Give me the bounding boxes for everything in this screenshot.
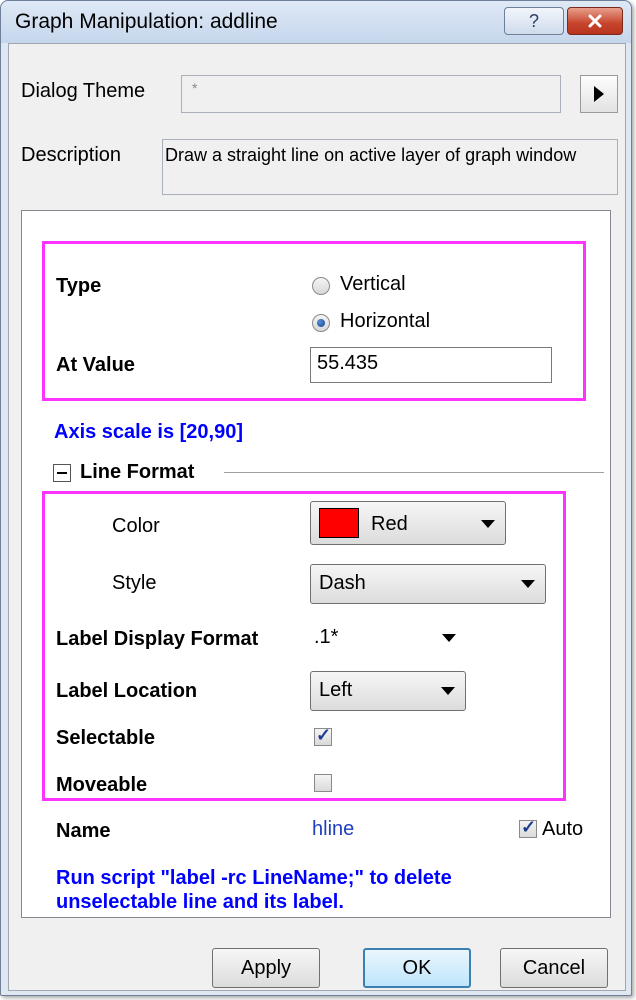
- dialog-theme-field[interactable]: *: [181, 75, 561, 113]
- moveable-checkbox[interactable]: [314, 774, 332, 792]
- chevron-down-icon: [442, 634, 456, 642]
- color-swatch: [319, 508, 359, 538]
- section-divider: [224, 472, 604, 473]
- close-button[interactable]: [567, 7, 623, 35]
- selectable-checkbox[interactable]: [314, 725, 332, 746]
- color-dropdown[interactable]: Red: [310, 501, 506, 545]
- close-icon: [588, 14, 602, 28]
- dialog-theme-label: Dialog Theme: [21, 80, 146, 102]
- theme-menu-button[interactable]: [580, 75, 618, 113]
- chevron-down-icon: [481, 520, 495, 528]
- label-display-format-dropdown[interactable]: .1*: [310, 619, 466, 659]
- at-value-label: At Value: [56, 354, 135, 376]
- style-dropdown[interactable]: Dash: [310, 564, 546, 604]
- color-value: Red: [371, 513, 408, 535]
- description-text: Draw a straight line on active layer of …: [162, 139, 618, 195]
- style-label: Style: [112, 572, 157, 594]
- selectable-label: Selectable: [56, 727, 155, 749]
- title-bar[interactable]: Graph Manipulation: addline ?: [1, 1, 631, 43]
- color-label: Color: [112, 515, 160, 537]
- moveable-label: Moveable: [56, 774, 148, 796]
- chevron-down-icon: [441, 687, 455, 695]
- label-location-value: Left: [319, 679, 353, 701]
- chevron-down-icon: [521, 580, 535, 588]
- cancel-button[interactable]: Cancel: [500, 948, 608, 988]
- label-location-dropdown[interactable]: Left: [310, 671, 466, 711]
- style-value: Dash: [319, 572, 366, 594]
- auto-label[interactable]: Auto: [542, 818, 583, 841]
- dialog-body: Dialog Theme * Description Draw a straig…: [8, 43, 626, 991]
- collapse-icon[interactable]: [53, 464, 71, 482]
- axis-scale-note: Axis scale is [20,90]: [54, 421, 244, 443]
- label-display-format-value: .1*: [314, 626, 339, 648]
- radio-vertical[interactable]: [312, 277, 330, 295]
- help-button[interactable]: ?: [504, 7, 564, 35]
- radio-vertical-label[interactable]: Vertical: [340, 273, 406, 296]
- label-location-label: Label Location: [56, 680, 198, 702]
- type-label: Type: [56, 275, 102, 297]
- settings-panel: Type Vertical Horizontal At Value 55.435…: [21, 210, 611, 918]
- name-value[interactable]: hline: [312, 818, 354, 841]
- dialog-window: Graph Manipulation: addline ? Dialog The…: [0, 0, 632, 996]
- at-value-input[interactable]: 55.435: [310, 347, 552, 383]
- radio-horizontal-label[interactable]: Horizontal: [340, 310, 430, 333]
- help-icon: ?: [528, 10, 539, 31]
- triangle-right-icon: [594, 86, 604, 102]
- radio-horizontal[interactable]: [312, 314, 330, 332]
- hint-text: Run script "label -rc LineName;" to dele…: [56, 867, 452, 913]
- label-display-format-label: Label Display Format: [56, 628, 259, 650]
- description-label: Description: [21, 144, 122, 166]
- name-label: Name: [56, 820, 111, 842]
- ok-button[interactable]: OK: [363, 948, 471, 988]
- auto-checkbox[interactable]: [519, 817, 537, 838]
- window-title: Graph Manipulation: addline: [15, 10, 278, 33]
- line-format-section-label[interactable]: Line Format: [80, 461, 194, 484]
- apply-button[interactable]: Apply: [212, 948, 320, 988]
